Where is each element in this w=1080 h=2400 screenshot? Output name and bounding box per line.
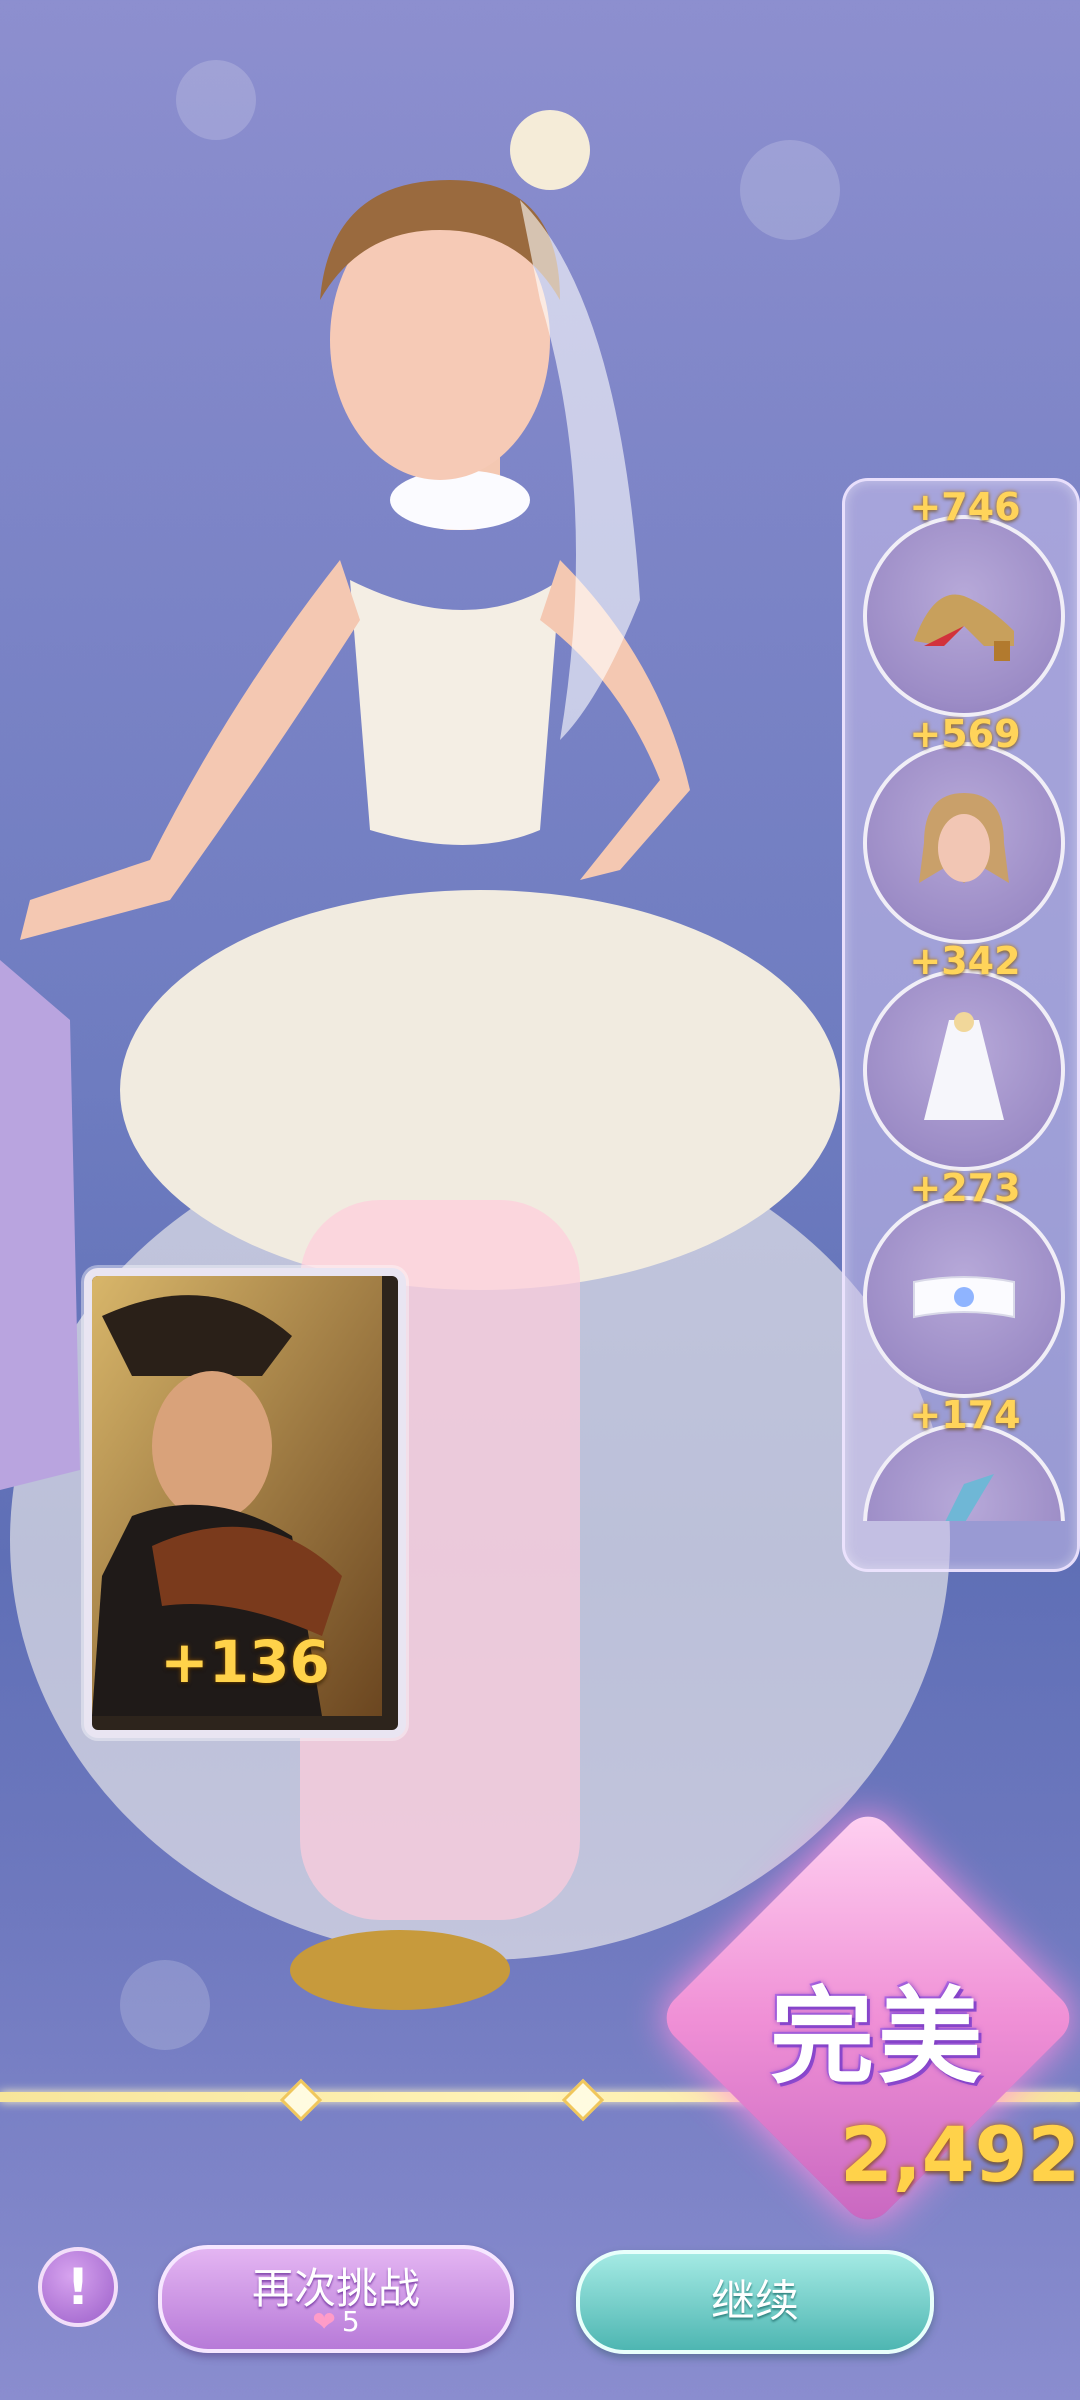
item-shoes[interactable]: +746 <box>863 485 1065 717</box>
item-score: +273 <box>909 1166 1021 1210</box>
item-score: +342 <box>909 939 1021 983</box>
continue-label: 继续 <box>711 2276 799 2327</box>
scored-items-panel[interactable]: +746 +569 +342 +273 +174 <box>842 478 1080 1572</box>
item-dress[interactable]: +342 <box>863 939 1065 1171</box>
item-score: +174 <box>909 1393 1021 1437</box>
bonus-card[interactable]: +136 <box>84 1268 406 1738</box>
shoes <box>290 1930 510 2010</box>
continue-button[interactable]: 继续 <box>576 2250 934 2354</box>
retry-challenge-button[interactable]: 再次挑战 ❤ 5 <box>158 2245 514 2353</box>
item-score: +746 <box>909 485 1021 529</box>
item-choker[interactable]: +273 <box>863 1166 1065 1398</box>
item-ring[interactable]: +174 <box>863 1393 1065 1521</box>
heart-icon: ❤ <box>312 2305 336 2338</box>
butterfly-ring-icon <box>945 1474 994 1521</box>
hair-flower <box>510 110 590 190</box>
retry-cost: ❤ 5 <box>162 2305 510 2338</box>
info-button[interactable]: ! <box>38 2247 118 2327</box>
high-heel-shoes-icon <box>914 594 1014 661</box>
bow-choker-icon <box>913 1276 1015 1319</box>
handbag <box>0 960 80 1490</box>
veil-icon <box>924 1012 1004 1120</box>
dress-bodice <box>350 580 560 845</box>
scored-items-viewport: +746 +569 +342 +273 +174 <box>845 481 1077 1521</box>
total-score: 2,492 <box>840 2110 1080 2199</box>
hairstyle-icon <box>919 793 1009 883</box>
item-hair[interactable]: +569 <box>863 712 1065 944</box>
bow-choker <box>390 470 530 530</box>
card-score: +136 <box>160 1628 330 1696</box>
retry-cost-value: 5 <box>341 2305 360 2338</box>
rating-label: 完美 <box>769 1976 986 2098</box>
item-score: +569 <box>909 712 1021 756</box>
left-arm <box>20 560 360 940</box>
